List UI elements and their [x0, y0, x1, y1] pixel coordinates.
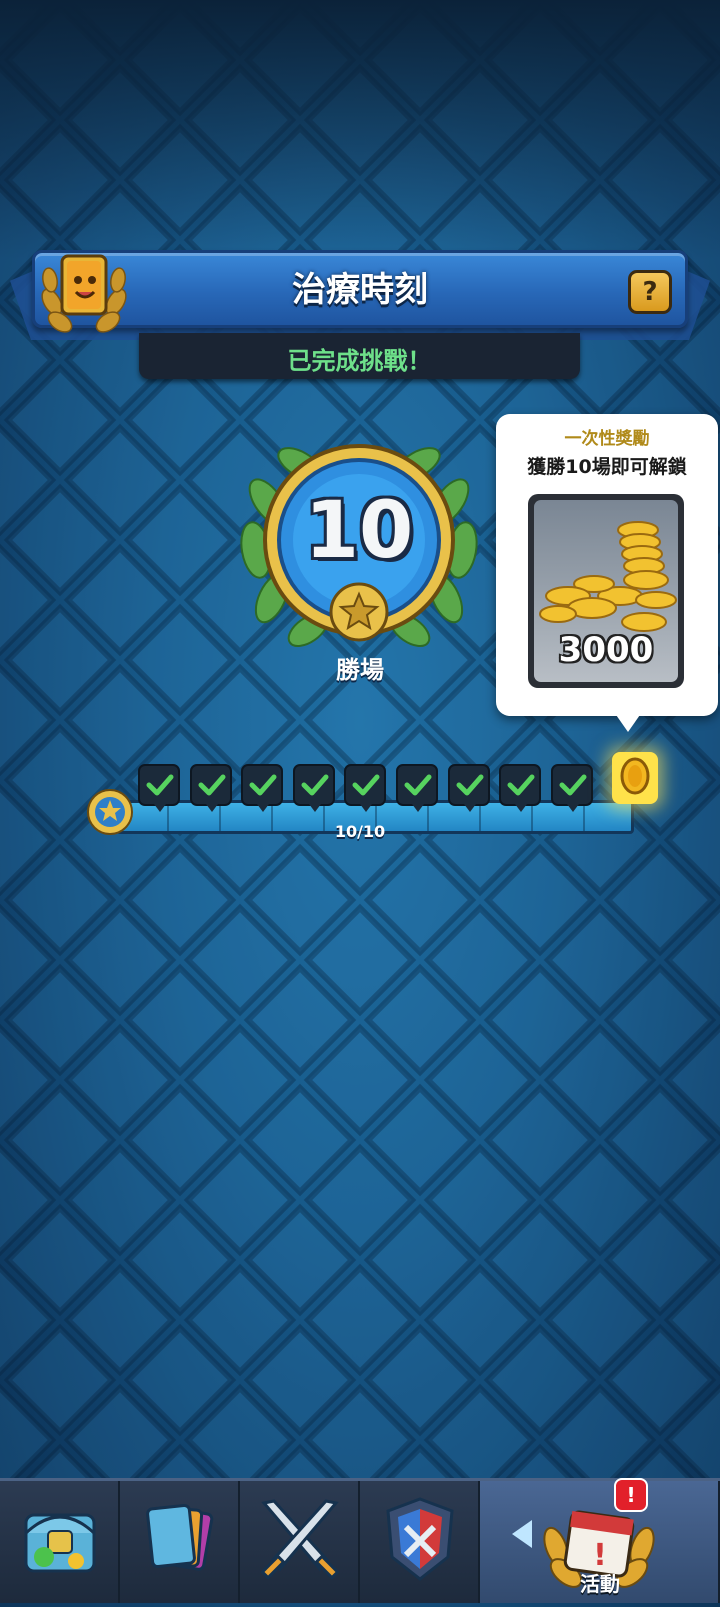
star-medal-icon [86, 788, 134, 836]
event-emblem-icon [38, 250, 130, 340]
crossed-swords-icon [260, 1499, 340, 1580]
bottom-navigation: ! 活動 [0, 1478, 720, 1603]
top-shade [0, 0, 720, 260]
page-title: 治療時刻 [292, 270, 428, 310]
wins-label: 勝場 [336, 656, 384, 684]
gold-amount: 3000 [558, 630, 654, 670]
gold-reward-node-icon[interactable] [612, 752, 658, 804]
win-checkmark-node [138, 764, 180, 812]
win-checkmark-node [189, 764, 232, 812]
reward-condition: 獲勝10場即可解鎖 [527, 456, 687, 478]
checkmark-icon [198, 774, 226, 796]
event-title-banner: 治療時刻 [10, 250, 710, 340]
win-checkmark-node [447, 764, 490, 812]
checkmark-icon [559, 774, 587, 796]
checkmark-icon [249, 774, 277, 796]
events-tab-label: 活動 [580, 1572, 620, 1596]
clan-shield-icon [386, 1497, 454, 1581]
nav-scroll-left-icon[interactable] [512, 1520, 532, 1548]
win-checkmark-node [550, 764, 593, 812]
cards-icon [146, 1503, 214, 1571]
chest-icon [24, 1513, 96, 1573]
win-checkmark-node [344, 764, 387, 812]
reward-tooltip: 一次性獎勵 獲勝10場即可解鎖 3000 [496, 414, 718, 716]
checkmark-icon [146, 774, 174, 796]
win-checkmark-node [241, 764, 284, 812]
events-notification-badge: ! [614, 1478, 648, 1512]
checkmark-icon [301, 774, 329, 796]
reward-tooltip-pointer [614, 712, 642, 732]
win-checkmark-node [396, 764, 438, 812]
checkmark-icon [404, 774, 432, 796]
challenge-status-text: 已完成挑戰！ [287, 347, 432, 375]
checkmark-icon [352, 774, 380, 796]
win-checkmark-node [499, 764, 542, 812]
challenge-status-bar: 已完成挑戰！ [139, 333, 580, 379]
checkmark-icon [507, 774, 535, 796]
cards-tab[interactable] [120, 1481, 240, 1603]
wins-badge: 10 [228, 430, 490, 670]
battle-tab[interactable] [240, 1481, 360, 1603]
clan-tab[interactable] [360, 1481, 480, 1603]
wins-count: 10 [304, 486, 414, 576]
reward-heading: 一次性獎勵 [564, 429, 650, 449]
shop-tab[interactable] [0, 1481, 120, 1603]
progress-count: 10/10 [334, 822, 386, 841]
help-button[interactable]: ? [628, 270, 672, 314]
checkmark-icon [456, 774, 484, 796]
win-checkmark-node [292, 764, 335, 812]
gold-reward-card[interactable]: 3000 [528, 494, 684, 688]
